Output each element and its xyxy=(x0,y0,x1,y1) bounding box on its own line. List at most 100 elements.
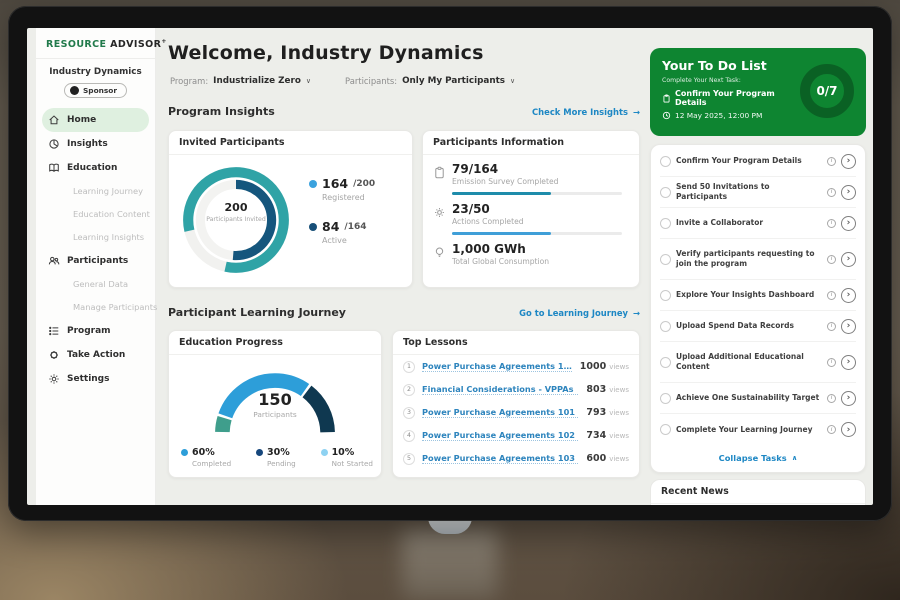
lesson-views: 793 xyxy=(586,407,606,418)
program-dropdown[interactable]: Program: Industrialize Zero ∨ xyxy=(170,76,311,86)
todo-item[interactable]: Upload Additional Educational Content i … xyxy=(660,342,856,383)
participants-dropdown[interactable]: Participants: Only My Participants ∨ xyxy=(345,76,515,86)
lesson-link[interactable]: Power Purchase Agreements 101 xyxy=(422,361,572,372)
chevron-down-icon: ∨ xyxy=(510,77,515,85)
sidebar-item-education[interactable]: Education xyxy=(42,156,149,180)
todo-item[interactable]: Explore Your Insights Dashboard i › xyxy=(660,280,856,311)
info-icon[interactable]: i xyxy=(827,291,836,300)
chevron-right-button[interactable]: › xyxy=(841,422,856,437)
clock-icon xyxy=(662,111,671,120)
checkbox[interactable] xyxy=(660,187,671,198)
checkbox[interactable] xyxy=(660,156,671,167)
checkbox[interactable] xyxy=(660,424,671,435)
lesson-views-suffix: views xyxy=(609,386,629,394)
legend-label: Registered xyxy=(322,193,375,202)
sidebar-item-learning-insights[interactable]: Learning Insights xyxy=(42,226,149,249)
legend-item-active: 84 /164 Active xyxy=(309,219,375,245)
stat-label: Actions Completed xyxy=(452,217,622,226)
progress-bar xyxy=(452,192,622,196)
todo-item[interactable]: Verify participants requesting to join t… xyxy=(660,239,856,280)
gauge-center-caption: Participants xyxy=(169,410,381,419)
next-task-label: Confirm Your Program Details xyxy=(675,89,796,107)
program-insights-section-header: Program Insights Check More Insights → xyxy=(168,105,640,118)
todo-summary-panel: Your To Do List Complete Your Next Task:… xyxy=(650,48,866,136)
lesson-row: 3 Power Purchase Agreements 101 793 view… xyxy=(403,401,629,424)
actions-icon xyxy=(433,206,446,219)
info-icon[interactable]: i xyxy=(827,394,836,403)
chevron-right-button[interactable]: › xyxy=(841,216,856,231)
legend-dot xyxy=(309,223,317,231)
participants-label: Participants: xyxy=(345,76,397,86)
sidebar-item-learning-journey[interactable]: Learning Journey xyxy=(42,180,149,203)
chevron-right-button[interactable]: › xyxy=(841,391,856,406)
sidebar-item-education-content[interactable]: Education Content xyxy=(42,203,149,226)
filters-bar: Program: Industrialize Zero ∨ Participan… xyxy=(170,76,515,86)
sidebar-item-program[interactable]: Program xyxy=(42,319,149,343)
checkbox[interactable] xyxy=(660,357,671,368)
sidebar-item-label: Participants xyxy=(67,256,128,266)
todo-item[interactable]: Invite a Collaborator i › xyxy=(660,208,856,239)
chevron-right-button[interactable]: › xyxy=(841,319,856,334)
sponsor-badge: Sponsor xyxy=(64,83,127,98)
lesson-link[interactable]: Power Purchase Agreements 101 xyxy=(422,407,578,418)
info-icon[interactable]: i xyxy=(827,425,836,434)
education-icon xyxy=(48,162,60,174)
link-label: Check More Insights xyxy=(532,107,628,117)
info-icon[interactable]: i xyxy=(827,157,836,166)
chevron-right-button[interactable]: › xyxy=(841,154,856,169)
sidebar-item-general-data[interactable]: General Data xyxy=(42,273,149,296)
go-to-learning-journey-link[interactable]: Go to Learning Journey → xyxy=(519,308,640,318)
lesson-link[interactable]: Power Purchase Agreements 102 xyxy=(422,430,578,441)
chevron-right-button[interactable]: › xyxy=(841,185,856,200)
todo-item[interactable]: Upload Spend Data Records i › xyxy=(660,311,856,342)
stat-value: 23/50 xyxy=(452,203,622,216)
sidebar-item-take-action[interactable]: Take Action xyxy=(42,343,149,367)
stat-actions-completed: 23/50 Actions Completed xyxy=(423,195,639,235)
chevron-right-button[interactable]: › xyxy=(841,252,856,267)
lesson-link[interactable]: Financial Considerations - VPPAs xyxy=(422,384,578,395)
progress-fill xyxy=(452,192,551,196)
legend-dot xyxy=(256,449,263,456)
sidebar-item-settings[interactable]: Settings xyxy=(42,367,149,391)
checkbox[interactable] xyxy=(660,393,671,404)
todo-item[interactable]: Achieve One Sustainability Target i › xyxy=(660,383,856,414)
check-more-insights-link[interactable]: Check More Insights → xyxy=(532,107,640,117)
logo-text-primary: RESOURCE xyxy=(46,39,106,50)
section-title: Program Insights xyxy=(168,105,275,118)
next-task-row[interactable]: Confirm Your Program Details xyxy=(662,89,796,107)
sidebar-item-insights[interactable]: Insights xyxy=(42,132,149,156)
chevron-right-button[interactable]: › xyxy=(841,288,856,303)
todo-item-label: Invite a Collaborator xyxy=(676,218,822,228)
info-icon[interactable]: i xyxy=(827,358,836,367)
legend-item-pending: 30% Pending xyxy=(256,447,296,468)
chevron-right-button[interactable]: › xyxy=(841,355,856,370)
lesson-views: 803 xyxy=(586,384,606,395)
invited-participants-card: Invited Participants 200 Participants In… xyxy=(168,130,413,288)
todo-item[interactable]: Send 50 Invitations to Participants i › xyxy=(660,177,856,208)
todo-item[interactable]: Complete Your Learning Journey i › xyxy=(660,414,856,445)
todo-progress-ring: 0/7 xyxy=(800,64,854,118)
checkbox[interactable] xyxy=(660,290,671,301)
checkbox[interactable] xyxy=(660,321,671,332)
info-icon[interactable]: i xyxy=(827,322,836,331)
gauge-center-label: 150 Participants xyxy=(169,390,381,419)
info-icon[interactable]: i xyxy=(827,255,836,264)
sidebar-item-manage-participants[interactable]: Manage Participants xyxy=(42,296,149,319)
chevron-right-icon: › xyxy=(847,393,851,403)
legend-pct: 60% xyxy=(192,447,215,458)
card-title: Recent News xyxy=(651,480,865,504)
collapse-tasks-link[interactable]: Collapse Tasks ∧ xyxy=(651,445,865,471)
info-icon[interactable]: i xyxy=(827,219,836,228)
info-icon[interactable]: i xyxy=(827,188,836,197)
checkbox[interactable] xyxy=(660,218,671,229)
sidebar-subitem-label: General Data xyxy=(73,279,128,289)
checkbox[interactable] xyxy=(660,254,671,265)
sidebar-item-participants[interactable]: Participants xyxy=(42,249,149,273)
sponsor-badge-icon xyxy=(70,86,79,95)
lesson-link[interactable]: Power Purchase Agreements 103 xyxy=(422,453,578,464)
todo-item[interactable]: Confirm Your Program Details i › xyxy=(660,146,856,177)
progress-bar xyxy=(452,232,622,236)
sidebar-item-home[interactable]: Home xyxy=(42,108,149,132)
sidebar-item-label: Insights xyxy=(67,139,108,149)
logo-plus: + xyxy=(161,38,166,45)
